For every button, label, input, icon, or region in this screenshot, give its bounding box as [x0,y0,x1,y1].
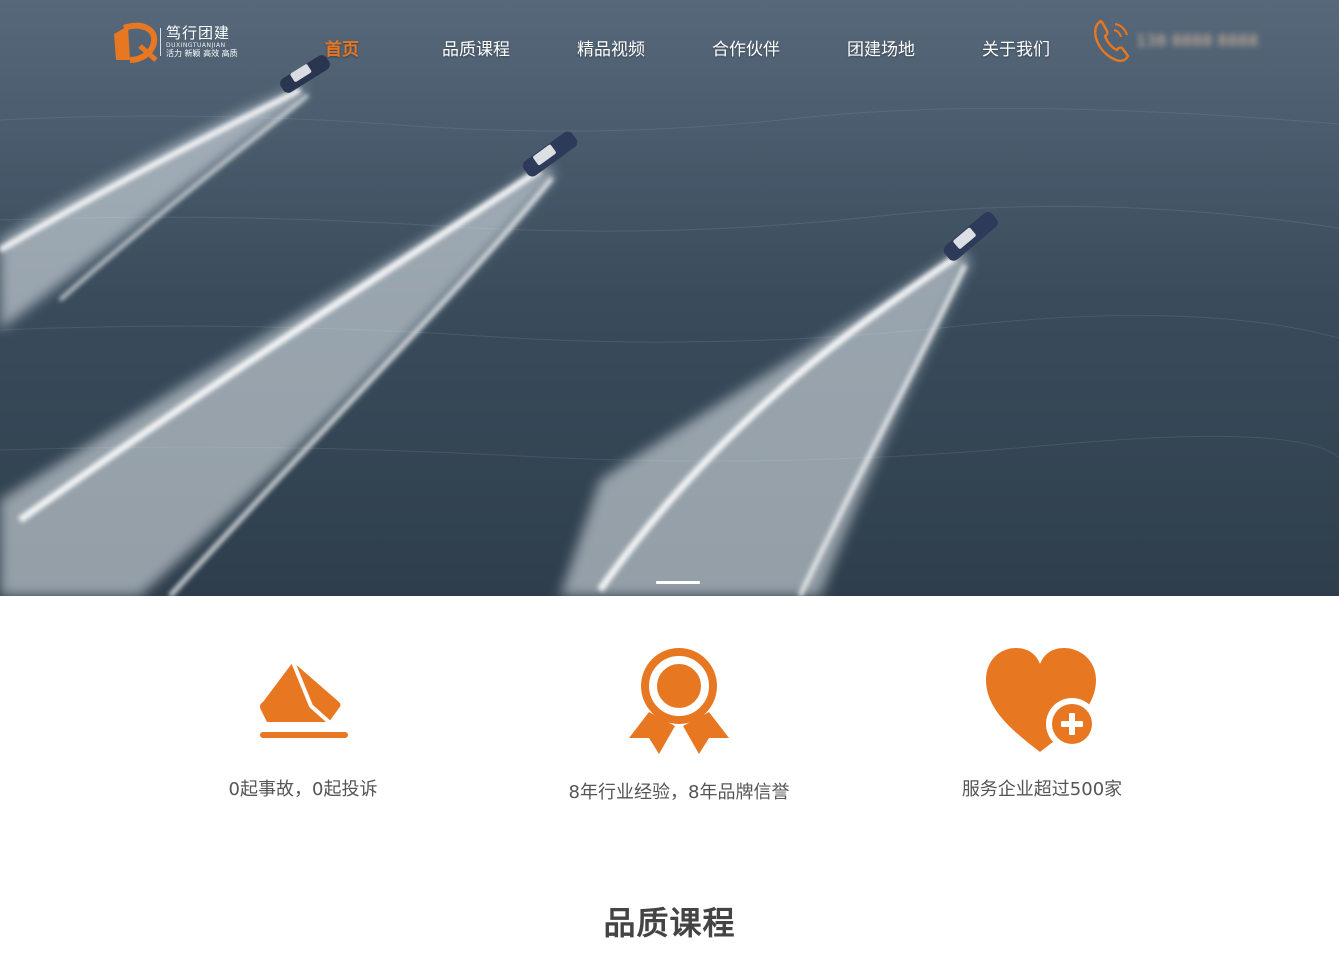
contact-phone[interactable]: 138 8888 8888 [1092,18,1292,64]
feature-text-experience: 8年行业经验，8年品牌信誉 [568,782,790,803]
nav-item-about[interactable]: 关于我们 [982,36,1050,64]
nav-item-home[interactable]: 首页 [325,36,359,64]
site-header: 笃行团建 DUXINGTUANJIAN 活力 新颖 高效 高质 首页 品质课程 … [0,0,1339,100]
carousel-indicator[interactable] [656,581,700,585]
award-medal-icon [623,646,735,758]
nav-item-venues[interactable]: 团建场地 [847,36,915,64]
nav-item-partners[interactable]: 合作伙伴 [712,36,780,64]
feature-item-experience: 8年行业经验，8年品牌信誉 [499,596,859,836]
logo-divider [160,28,161,56]
phone-icon [1094,20,1130,62]
carousel-dot-active[interactable] [656,581,700,584]
feature-strip: 0起事故，0起投诉 8年行业经验，8年品牌信誉 服务企业超过500家 [0,596,1339,856]
heart-plus-icon [984,646,1100,758]
feature-item-clients: 服务企业超过500家 [862,596,1222,836]
feature-text-clients: 服务企业超过500家 [961,779,1123,800]
nav-item-courses[interactable]: 品质课程 [442,36,510,64]
logo-slogan: 活力 新颖 高效 高质 [166,49,238,58]
feature-item-safety: 0起事故，0起投诉 [123,596,483,836]
feature-text-safety: 0起事故，0起投诉 [228,779,378,800]
phone-number[interactable]: 138 8888 8888 [1136,30,1258,52]
site-logo[interactable]: 笃行团建 DUXINGTUANJIAN 活力 新颖 高效 高质 [110,20,250,64]
section-title-courses: 品质课程 [603,904,736,942]
logo-mark-icon [114,22,158,63]
logo-brand-pinyin: DUXINGTUANJIAN [166,42,226,49]
logo-brand-name: 笃行团建 [166,24,231,42]
envelope-shield-icon [253,658,353,748]
nav-item-videos[interactable]: 精品视频 [577,36,645,64]
